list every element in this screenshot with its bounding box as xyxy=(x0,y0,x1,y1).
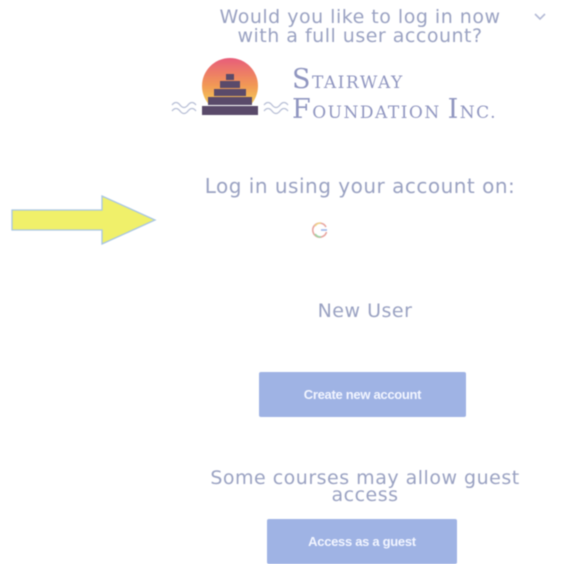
chevron-down-icon[interactable] xyxy=(532,8,548,24)
stairway-sunset-logo-icon xyxy=(170,50,290,130)
login-prompt-title-line-2: with a full user account? xyxy=(237,25,483,47)
brand-initial: I xyxy=(447,94,460,125)
google-login-button[interactable] xyxy=(306,218,336,242)
brand-text: OUNDATION xyxy=(312,103,448,123)
login-provider-heading: Log in using your account on: xyxy=(204,174,516,198)
login-prompt-title: Would you like to log in now with a full… xyxy=(160,8,560,46)
new-user-heading: New User xyxy=(317,300,413,322)
google-icon xyxy=(311,222,328,238)
guest-access-button[interactable]: Access as a guest xyxy=(267,519,457,564)
brand-name-line-2: FOUNDATION INC. xyxy=(292,94,497,125)
login-panel: Would you like to log in now with a full… xyxy=(0,0,573,564)
brand-text: TAIRWAY xyxy=(312,73,404,93)
guest-access-heading: Some courses may allow guest access xyxy=(170,469,560,506)
create-account-button[interactable]: Create new account xyxy=(259,372,466,417)
yellow-arrow-icon xyxy=(10,190,160,250)
brand-initial: F xyxy=(292,94,313,125)
guest-access-heading-line-2: access xyxy=(331,484,399,506)
brand-initial: S xyxy=(292,64,312,95)
brand-text: NC. xyxy=(459,103,497,123)
brand-name-line-1: STAIRWAY xyxy=(292,64,404,95)
